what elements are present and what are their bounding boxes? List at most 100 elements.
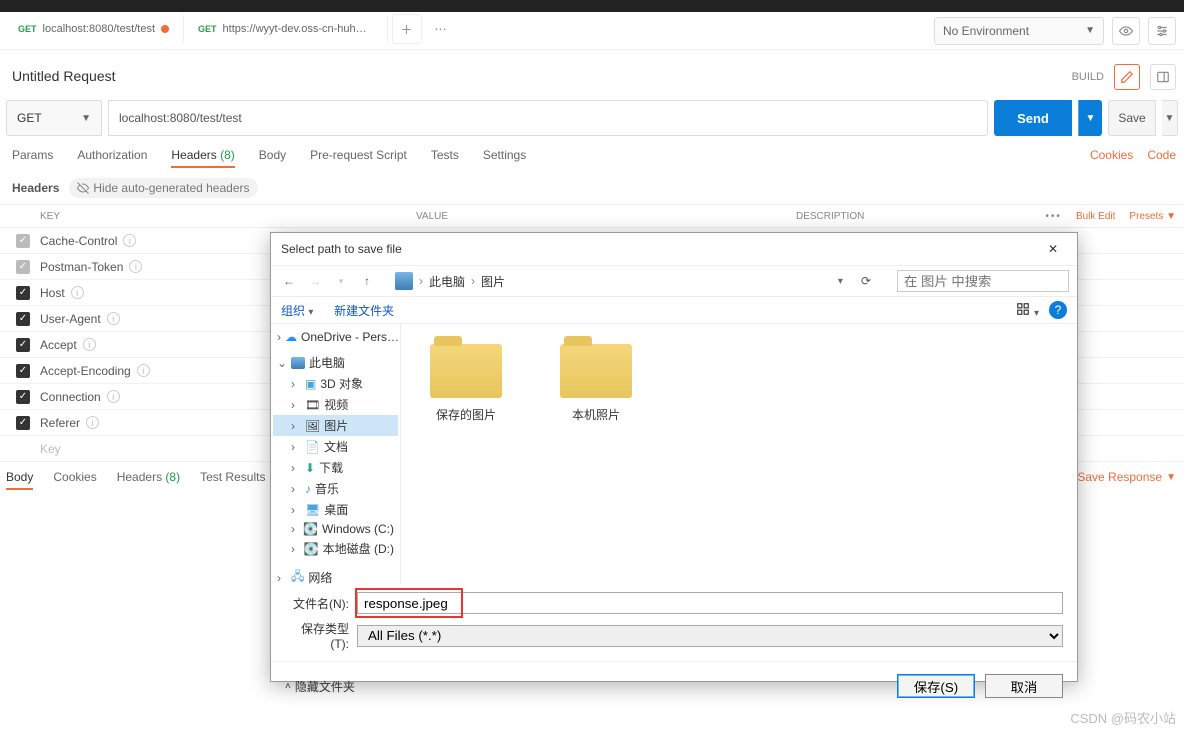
checkbox-icon[interactable]: ✓ (16, 234, 30, 248)
tab-headers[interactable]: Headers (8) (171, 148, 234, 162)
eye-icon[interactable] (1112, 17, 1140, 45)
save-button[interactable]: Save (1108, 100, 1156, 136)
tree-videos[interactable]: ›🎞视频 (273, 394, 398, 415)
tree-label: 下载 (319, 459, 343, 476)
help-icon[interactable]: ? (1049, 301, 1067, 319)
tree-documents[interactable]: ›📄文档 (273, 436, 398, 457)
save-response-link[interactable]: Save Response ▼ (1077, 470, 1176, 484)
tree-onedrive[interactable]: ›☁OneDrive - Pers… (273, 328, 398, 346)
tab-more-button[interactable]: ⋯ (426, 14, 456, 44)
panel-icon[interactable] (1150, 64, 1176, 90)
tree-desktop[interactable]: ›🖥桌面 (273, 499, 398, 520)
tree-network[interactable]: ›🖧网络 (273, 565, 398, 584)
checkbox-icon[interactable]: ✓ (16, 338, 30, 352)
dialog-save-button[interactable]: 保存(S) (897, 674, 975, 698)
settings-icon[interactable] (1148, 17, 1176, 45)
info-icon[interactable]: i (107, 390, 120, 403)
url-bar: GET ▼ localhost:8080/test/test Send ▼ Sa… (6, 100, 1178, 136)
info-icon[interactable]: i (107, 312, 120, 325)
add-tab-button[interactable]: ＋ (392, 14, 422, 44)
cookies-link[interactable]: Cookies (1090, 148, 1133, 162)
info-icon[interactable]: i (137, 364, 150, 377)
tree-3dobjects[interactable]: ›▣3D 对象 (273, 373, 398, 394)
headers-count: (8) (220, 148, 235, 162)
history-caret-icon[interactable]: ▾ (331, 276, 351, 287)
hide-folders-link[interactable]: ˄ 隐藏文件夹 (285, 678, 355, 695)
folder-camera-roll[interactable]: 本机照片 (551, 344, 641, 423)
refresh-icon[interactable]: ⟳ (861, 274, 871, 288)
checkbox-icon[interactable]: ✓ (16, 390, 30, 404)
info-icon[interactable]: i (129, 260, 142, 273)
app-topbar (0, 0, 1184, 12)
tab-prerequest[interactable]: Pre-request Script (310, 148, 407, 162)
tree-thispc[interactable]: ⌄此电脑 (273, 352, 398, 373)
search-input[interactable] (897, 270, 1069, 292)
breadcrumb-thispc[interactable]: 此电脑 (429, 273, 465, 290)
bulk-edit-link[interactable]: Bulk Edit (1076, 211, 1115, 222)
http-method-select[interactable]: GET ▼ (6, 100, 102, 136)
filetype-select[interactable]: All Files (*.*) (357, 625, 1063, 647)
tab-settings[interactable]: Settings (483, 148, 526, 162)
send-caret-button[interactable]: ▼ (1078, 100, 1102, 136)
tree-label: 桌面 (324, 501, 348, 518)
response-headers-tab[interactable]: Headers (8) (117, 470, 180, 484)
tree-label: 此电脑 (309, 354, 345, 371)
folder-saved-pictures[interactable]: 保存的图片 (421, 344, 511, 423)
breadcrumb-drop-icon[interactable]: ▾ (838, 276, 843, 287)
organize-link[interactable]: 组织 (281, 304, 305, 318)
filetype-label: 保存类型(T): (285, 620, 349, 651)
up-arrow-icon[interactable]: ↑ (357, 274, 377, 288)
info-icon[interactable]: i (123, 234, 136, 247)
tree-music[interactable]: ›♪音乐 (273, 478, 398, 499)
filename-input[interactable] (357, 592, 1063, 614)
dialog-toolbar: 组织 ▾ 新建文件夹 ▾ ? (271, 297, 1077, 324)
tree-label: 3D 对象 (320, 375, 363, 392)
dialog-cancel-button[interactable]: 取消 (985, 674, 1063, 698)
tab-body[interactable]: Body (259, 148, 286, 162)
request-tabs: GET localhost:8080/test/test GET https:/… (4, 14, 456, 44)
tab-authorization[interactable]: Authorization (77, 148, 147, 162)
save-file-dialog: Select path to save file ✕ ← → ▾ ↑ › 此电脑… (270, 232, 1078, 682)
checkbox-icon[interactable]: ✓ (16, 364, 30, 378)
send-button[interactable]: Send (994, 100, 1072, 136)
info-icon[interactable]: i (86, 416, 99, 429)
response-body-tab[interactable]: Body (6, 470, 33, 484)
tab-secondary[interactable]: GET https://wyyt-dev.oss-cn-huheh… (184, 15, 388, 43)
build-label[interactable]: BUILD (1072, 71, 1104, 83)
comments-icon[interactable] (1114, 64, 1140, 90)
tree-pictures[interactable]: ›🖼图片 (273, 415, 398, 436)
tree-downloads[interactable]: ›⬇下载 (273, 457, 398, 478)
fwd-arrow-icon[interactable]: → (305, 274, 325, 288)
environment-select[interactable]: No Environment ▼ (934, 17, 1104, 45)
tab-headers-label: Headers (171, 148, 216, 162)
presets-link[interactable]: Presets ▼ (1129, 211, 1176, 222)
key-placeholder: Key (40, 442, 61, 456)
url-input[interactable]: localhost:8080/test/test (108, 100, 988, 136)
organize-caret-icon[interactable]: ▾ (308, 307, 313, 318)
response-cookies-tab[interactable]: Cookies (53, 470, 96, 484)
tab-active[interactable]: GET localhost:8080/test/test (4, 15, 184, 43)
code-link[interactable]: Code (1147, 148, 1176, 162)
info-icon[interactable]: i (83, 338, 96, 351)
response-testresults-tab[interactable]: Test Results (200, 470, 265, 484)
newfolder-link[interactable]: 新建文件夹 (334, 304, 394, 318)
checkbox-icon[interactable]: ✓ (16, 312, 30, 326)
view-icon[interactable]: ▾ (1015, 302, 1039, 319)
folder-content[interactable]: 保存的图片 本机照片 (401, 324, 1077, 584)
checkbox-icon[interactable]: ✓ (16, 286, 30, 300)
info-icon[interactable]: i (71, 286, 84, 299)
back-arrow-icon[interactable]: ← (279, 274, 299, 288)
save-caret-button[interactable]: ▼ (1162, 100, 1178, 136)
tree-windows-c[interactable]: ›💽Windows (C:) (273, 520, 398, 538)
close-icon[interactable]: ✕ (1039, 239, 1067, 259)
col-more-icon[interactable]: ••• (1045, 211, 1062, 222)
breadcrumb-pictures[interactable]: 图片 (481, 273, 505, 290)
checkbox-icon[interactable]: ✓ (16, 416, 30, 430)
checkbox-icon[interactable]: ✓ (16, 260, 30, 274)
header-key: Cache-Control (40, 234, 117, 248)
tab-params[interactable]: Params (12, 148, 53, 162)
request-subtabs: Params Authorization Headers (8) Body Pr… (12, 148, 526, 162)
tree-local-d[interactable]: ›💽本地磁盘 (D:) (273, 538, 398, 559)
hide-autogen-chip[interactable]: Hide auto-generated headers (69, 178, 257, 198)
tab-tests[interactable]: Tests (431, 148, 459, 162)
